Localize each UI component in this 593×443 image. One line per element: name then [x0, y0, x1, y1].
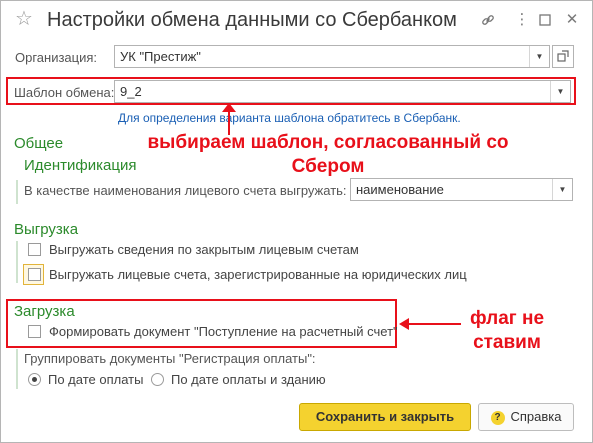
chevron-down-icon[interactable]: ▼ [552, 179, 572, 200]
export-section-title: Выгрузка [14, 221, 79, 238]
organization-label: Организация: [15, 50, 98, 65]
window-title: Настройки обмена данными со Сбербанком [47, 9, 457, 31]
template-label: Шаблон обмена: [14, 85, 115, 100]
help-icon: ? [490, 410, 505, 425]
template-field[interactable]: 9_2 ▼ [114, 80, 571, 103]
identification-value: наименование [356, 182, 444, 197]
radio-by-payment-date[interactable] [28, 373, 41, 386]
create-receipt-document-label: Формировать документ "Поступление на рас… [49, 324, 398, 339]
open-organization-button[interactable] [552, 45, 574, 68]
export-closed-accounts-checkbox[interactable] [28, 243, 41, 256]
close-icon[interactable]: ✕ [561, 9, 583, 31]
organization-value: УК "Престиж" [120, 49, 201, 64]
flag-annotation: флаг не ставим [469, 308, 545, 353]
save-and-close-button[interactable]: Сохранить и закрыть [299, 403, 471, 431]
arrow-left-icon [399, 318, 461, 330]
favorite-star-icon[interactable]: ☆ [15, 9, 33, 29]
maximize-icon[interactable] [534, 9, 556, 31]
export-legal-entities-label: Выгружать лицевые счета, зарегистрирован… [49, 267, 467, 282]
group-documents-label: Группировать документы "Регистрация опла… [24, 351, 316, 366]
general-section-title: Общее [14, 135, 64, 152]
identification-section-title: Идентификация [24, 157, 137, 174]
more-icon[interactable]: ⋮ [511, 9, 533, 31]
export-legal-entities-checkbox[interactable] [28, 268, 41, 281]
help-button-label: Справка [510, 409, 562, 424]
section-indent-line [16, 241, 18, 283]
chevron-down-icon[interactable]: ▼ [529, 46, 549, 67]
template-annotation: выбираем шаблон, согласованный со Сбером [147, 132, 509, 177]
identification-label: В качестве наименования лицевого счета в… [24, 183, 347, 198]
import-section-title: Загрузка [14, 303, 75, 320]
create-receipt-document-checkbox[interactable] [28, 325, 41, 338]
export-closed-accounts-label: Выгружать сведения по закрытым лицевым с… [49, 242, 359, 257]
section-indent-line [16, 349, 18, 389]
radio-by-payment-date-and-building-label: По дате оплаты и зданию [171, 372, 326, 387]
template-hint: Для определения варианта шаблона обратит… [118, 111, 461, 125]
settings-window: ☆ Настройки обмена данными со Сбербанком… [0, 0, 593, 443]
radio-by-payment-date-and-building[interactable] [151, 373, 164, 386]
help-button[interactable]: ? Справка [478, 403, 574, 431]
link-icon[interactable] [477, 9, 499, 31]
chevron-down-icon[interactable]: ▼ [550, 81, 570, 102]
template-value: 9_2 [120, 84, 142, 99]
radio-by-payment-date-label: По дате оплаты [48, 372, 144, 387]
section-indent-line [16, 180, 18, 204]
organization-field[interactable]: УК "Престиж" ▼ [114, 45, 550, 68]
identification-select[interactable]: наименование ▼ [350, 178, 573, 201]
